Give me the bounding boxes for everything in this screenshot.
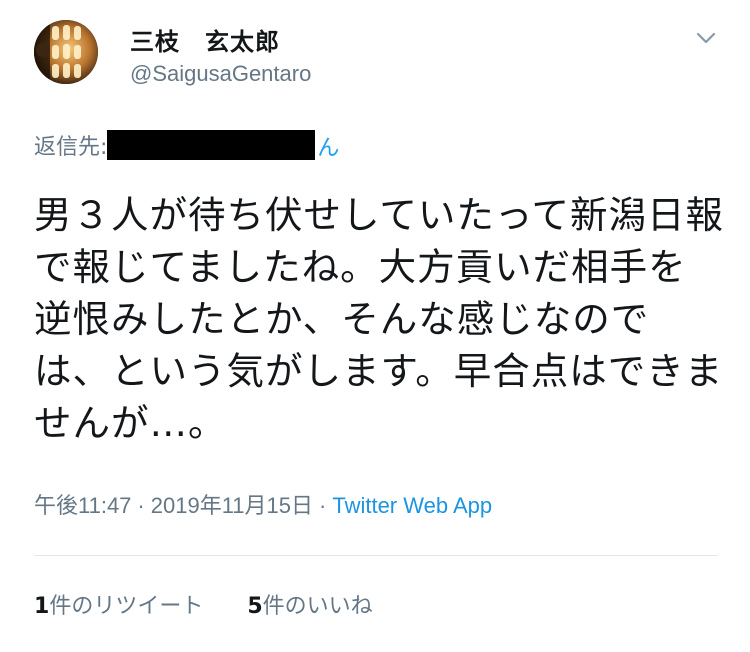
chevron-down-icon[interactable] bbox=[692, 24, 720, 52]
reply-context: 返信先: ん bbox=[34, 128, 340, 162]
tweet-text: 男３人が待ち伏せしていたって新潟日報で報じてましたね。大方貢いだ相手を逆恨みした… bbox=[34, 193, 724, 445]
avatar[interactable] bbox=[34, 20, 98, 84]
meta-separator: · bbox=[319, 493, 327, 518]
meta-separator: · bbox=[137, 493, 145, 518]
divider bbox=[34, 555, 718, 556]
tweet-meta: 午後11:47 · 2019年11月15日 · Twitter Web App bbox=[34, 488, 492, 520]
reply-to-user[interactable]: ん bbox=[107, 128, 340, 162]
redaction-bar bbox=[107, 130, 316, 160]
tweet-date[interactable]: 2019年11月15日 bbox=[151, 493, 313, 518]
source-app-link[interactable]: Twitter Web App bbox=[332, 493, 492, 518]
retweets-stat[interactable]: 1件のリツイート bbox=[34, 588, 203, 620]
tweet-time[interactable]: 午後11:47 bbox=[34, 493, 131, 518]
display-name[interactable]: 三枝 玄太郎 bbox=[130, 22, 280, 57]
tweet-card: 三枝 玄太郎 @SaigusaGentaro 返信先: ん 男３人が待ち伏せして… bbox=[0, 0, 750, 652]
retweets-label: 件のリツイート bbox=[49, 594, 204, 619]
likes-count: 5 bbox=[247, 594, 263, 619]
user-handle[interactable]: @SaigusaGentaro bbox=[130, 61, 311, 87]
likes-stat[interactable]: 5件のいいね bbox=[247, 588, 372, 620]
tweet-stats: 1件のリツイート 5件のいいね bbox=[34, 588, 373, 620]
reply-to-label: 返信先: bbox=[34, 135, 108, 160]
retweets-count: 1 bbox=[34, 594, 50, 619]
likes-label: 件のいいね bbox=[262, 594, 373, 619]
reply-to-user-tail: ん bbox=[317, 136, 340, 161]
